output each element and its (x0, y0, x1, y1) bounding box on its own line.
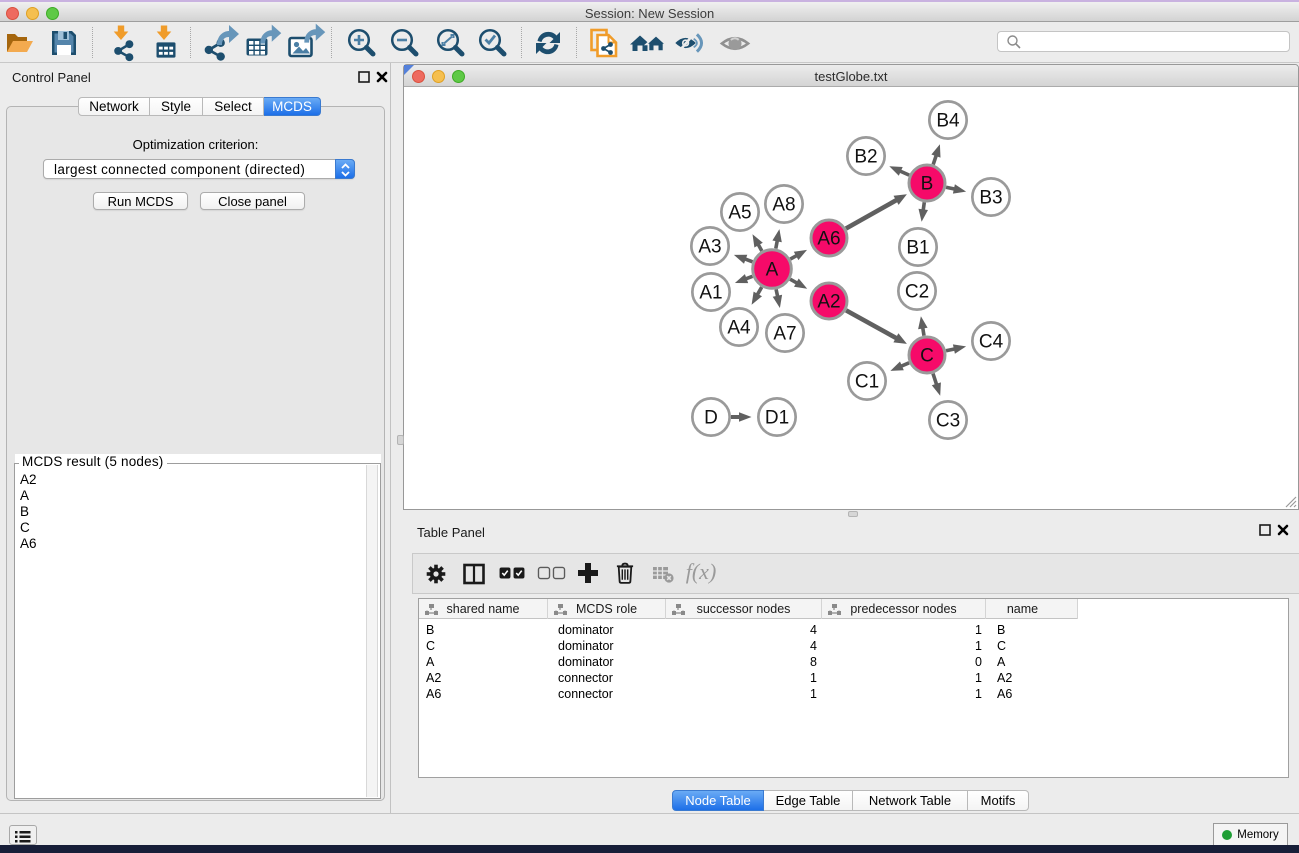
svg-text:A2: A2 (817, 292, 840, 313)
svg-text:A6: A6 (817, 229, 840, 250)
svg-text:C3: C3 (936, 411, 960, 432)
svg-text:A5: A5 (728, 203, 751, 224)
svg-text:B: B (921, 174, 934, 195)
svg-text:f(x): f(x) (686, 559, 717, 584)
svg-text:D: D (704, 408, 718, 429)
svg-text:A8: A8 (772, 195, 795, 216)
svg-text:A1: A1 (699, 283, 722, 304)
svg-text:B4: B4 (936, 111, 960, 132)
svg-text:C4: C4 (979, 332, 1004, 353)
svg-text:A3: A3 (698, 237, 721, 258)
svg-text:B3: B3 (979, 188, 1002, 209)
svg-text:D1: D1 (765, 408, 789, 429)
svg-text:C1: C1 (855, 372, 879, 393)
svg-text:B2: B2 (854, 147, 877, 168)
svg-text:A7: A7 (773, 324, 796, 345)
svg-text:B1: B1 (906, 238, 929, 259)
svg-text:A4: A4 (727, 318, 751, 339)
svg-text:C2: C2 (905, 282, 929, 303)
svg-text:A: A (766, 260, 779, 281)
svg-text:C: C (920, 346, 934, 367)
